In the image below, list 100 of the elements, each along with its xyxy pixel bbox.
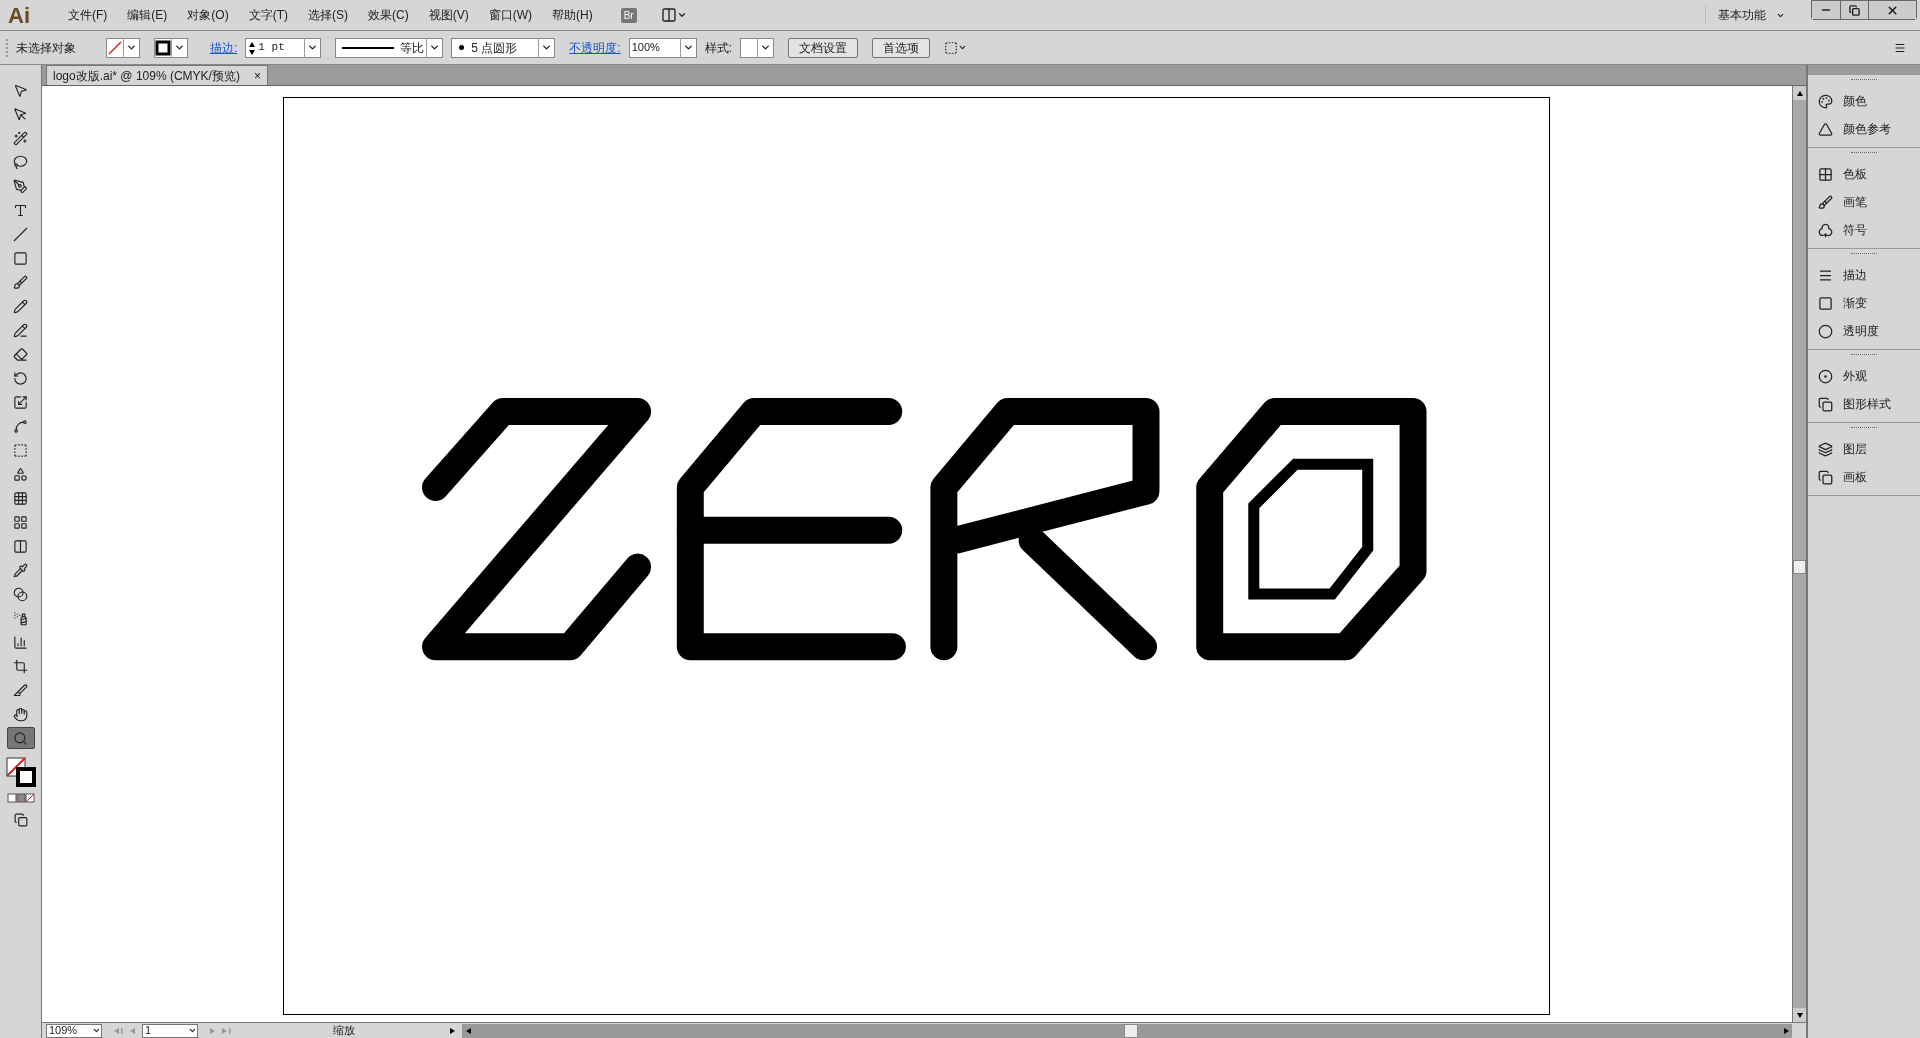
fill-swatch[interactable] [106, 37, 140, 58]
panel-label: 透明度 [1843, 323, 1879, 340]
brush-value: 5 点圆形 [471, 39, 519, 57]
brush-field[interactable]: 5 点圆形 [451, 37, 556, 58]
dotted-circle-icon [1818, 368, 1833, 384]
close-button[interactable] [1868, 1, 1916, 19]
panel-label: 颜色 [1843, 93, 1867, 110]
magic-wand-icon [13, 130, 28, 146]
brush-icon [13, 274, 28, 290]
eyedropper-icon [13, 562, 28, 578]
artboard-field[interactable]: 1 [142, 1023, 198, 1038]
menu-item[interactable]: 帮助(H) [542, 6, 603, 24]
tool-button[interactable] [6, 727, 35, 749]
panel-label: 描边 [1843, 267, 1867, 284]
rectangle-icon [13, 250, 28, 266]
panel-button[interactable]: 画板 [1808, 463, 1920, 491]
arrow-pointer-icon [13, 82, 28, 98]
lasso-icon [13, 154, 28, 170]
none-color-icon [107, 39, 123, 56]
grip-icon [1851, 253, 1877, 257]
panel-button[interactable]: 颜色参考 [1808, 115, 1920, 143]
lines-icon [1818, 267, 1833, 283]
stroke-link[interactable]: 描边: [210, 38, 238, 57]
opacity-link[interactable]: 不透明度: [569, 38, 621, 57]
workspace-switcher[interactable]: 基本功能 [1705, 6, 1797, 24]
minimize-button[interactable] [1812, 1, 1840, 19]
grip-icon [1851, 427, 1877, 431]
caret-icon [188, 1026, 197, 1035]
grip-icon [1851, 152, 1877, 156]
artboards-icon [1818, 469, 1833, 485]
knife-icon [13, 682, 28, 698]
zoom-field[interactable]: 109% [46, 1023, 102, 1038]
document-button[interactable]: 文档设置 [788, 37, 859, 58]
mesh-icon [13, 514, 28, 530]
brush-icon [1818, 194, 1833, 210]
panel-button[interactable]: 透明度 [1808, 317, 1920, 345]
grid-icon [13, 490, 28, 506]
opacity-value: 100% [630, 40, 661, 56]
stroke-weight-field[interactable]: 1 pt [245, 37, 322, 58]
arrange-documents-button[interactable] [660, 7, 687, 23]
panel-label: 色板 [1843, 166, 1867, 183]
profile-value: 等比 [400, 39, 426, 57]
close-tab-button[interactable]: × [253, 66, 261, 85]
layers-icon [1818, 441, 1833, 457]
panel-button[interactable]: 色板 [1808, 160, 1920, 188]
menu-item[interactable]: 窗口(W) [478, 6, 542, 24]
eraser-icon [13, 346, 28, 362]
panel-button[interactable]: 符号 [1808, 216, 1920, 244]
line-icon [13, 226, 28, 242]
panel-button[interactable]: 描边 [1808, 261, 1920, 289]
document-title: logo改版.ai* @ 109% (CMYK/预览) [53, 67, 240, 85]
layout-icon [660, 7, 677, 23]
panel-button[interactable]: 渐变 [1808, 289, 1920, 317]
fill-stroke-swatch-icon [5, 757, 36, 787]
menu-item[interactable]: 文字(T) [238, 6, 298, 24]
panel-button[interactable]: 外观 [1808, 362, 1920, 390]
panel-button[interactable]: 画笔 [1808, 188, 1920, 216]
scroll-right-icon[interactable] [1782, 1026, 1790, 1035]
panel-button[interactable]: 颜色 [1808, 87, 1920, 115]
document-button[interactable]: 首选项 [872, 37, 931, 58]
opacity-field[interactable]: 100% [628, 37, 697, 58]
selection-label: 未选择对象 [6, 38, 98, 57]
stroke-swatch[interactable] [154, 37, 188, 58]
dashed-square-icon [13, 442, 28, 458]
menu-item[interactable]: 效果(C) [358, 6, 419, 24]
panel-menu-icon[interactable] [1894, 41, 1906, 54]
dashed-square-icon [944, 40, 959, 55]
color-mode-icon [6, 793, 35, 803]
panel-button[interactable]: 图形样式 [1808, 390, 1920, 418]
stroke-square-icon [155, 39, 171, 56]
vertical-scrollbar[interactable] [1792, 86, 1806, 1022]
isolate-button[interactable] [944, 40, 968, 55]
bridge-button[interactable]: Br [620, 7, 637, 23]
menu-item[interactable]: 视图(V) [418, 6, 479, 24]
warp-icon [13, 418, 28, 434]
status-menu-icon[interactable] [448, 1026, 456, 1035]
document-tab[interactable]: logo改版.ai* @ 109% (CMYK/预览) × [46, 65, 268, 85]
caret-icon [92, 1026, 101, 1035]
screen-mode-icon[interactable] [13, 813, 28, 827]
scroll-left-icon[interactable] [464, 1026, 472, 1035]
scroll-thumb[interactable] [1124, 1023, 1138, 1038]
stroke-profile-field[interactable]: 等比 [335, 37, 444, 58]
restore-button[interactable] [1840, 1, 1868, 19]
menu-item[interactable]: 对象(O) [177, 6, 239, 24]
panel-button[interactable]: 图层 [1808, 435, 1920, 463]
stroke-weight-value: 1 pt [258, 40, 286, 56]
panel-label: 符号 [1843, 222, 1867, 239]
horizontal-scrollbar[interactable] [462, 1023, 1792, 1038]
palette-icon [1818, 93, 1833, 109]
style-swatch[interactable] [740, 37, 775, 58]
crop-icon [13, 658, 28, 674]
spinner-down-icon[interactable] [248, 47, 257, 56]
scroll-thumb[interactable] [1793, 560, 1806, 574]
caret-icon [541, 42, 553, 53]
grip-icon [1851, 354, 1877, 358]
menu-item[interactable]: 文件(F) [58, 6, 118, 24]
menu-item[interactable]: 编辑(E) [117, 6, 178, 24]
menu-item[interactable]: 选择(S) [298, 6, 358, 24]
caret-icon [676, 10, 687, 20]
type-icon [13, 202, 28, 218]
